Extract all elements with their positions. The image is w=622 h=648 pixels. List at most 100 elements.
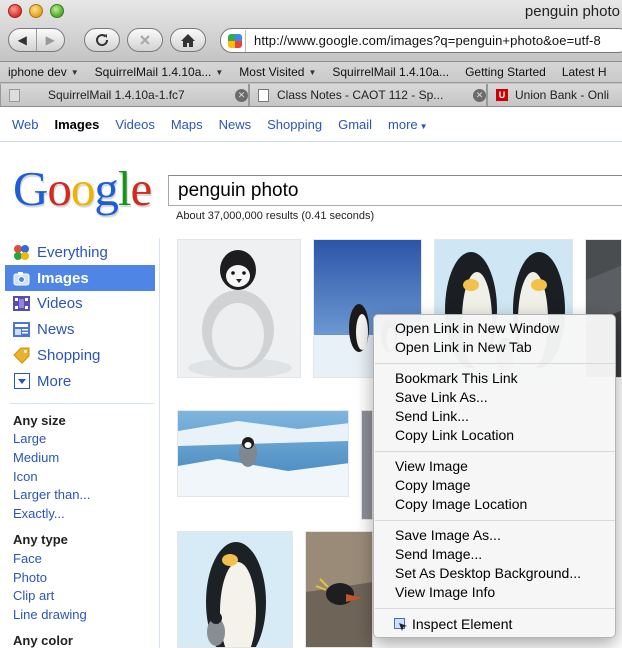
chevron-down-icon: ▼: [308, 67, 317, 77]
google-nav-gmail[interactable]: Gmail: [338, 117, 372, 132]
forward-button[interactable]: ▶: [37, 29, 64, 51]
left-nav-images[interactable]: Images: [5, 265, 155, 291]
menu-item-open-link-new-window[interactable]: Open Link in New Window: [374, 319, 615, 338]
bookmark-label: SquirrelMail 1.4.10a...: [332, 65, 450, 79]
bookmarks-toolbar: iphone dev ▼ SquirrelMail 1.4.10a... ▼ Most …: [0, 62, 622, 83]
left-nav-label: More: [37, 372, 72, 390]
more-dropdown-icon: [13, 373, 30, 390]
image-result-baby-penguin[interactable]: [177, 239, 301, 378]
menu-item-view-image-info[interactable]: View Image Info: [374, 583, 615, 602]
tab-label: Union Bank - Onli: [515, 88, 610, 102]
tab-union-bank[interactable]: U Union Bank - Onli: [487, 84, 622, 106]
close-tab-icon[interactable]: ✕: [473, 88, 486, 102]
stop-button[interactable]: [127, 28, 163, 52]
menu-item-copy-image[interactable]: Copy Image: [374, 476, 615, 495]
image-result-partial-1[interactable]: [361, 410, 373, 520]
menu-item-copy-image-location[interactable]: Copy Image Location: [374, 495, 615, 514]
url-bar[interactable]: http://www.google.com/images?q=penguin+p…: [220, 28, 622, 53]
bookmark-item[interactable]: SquirrelMail 1.4.10a... ▼: [87, 65, 232, 79]
tab-class-notes[interactable]: Class Notes - CAOT 112 - Sp... ✕: [249, 84, 487, 106]
google-favicon-icon: [227, 33, 242, 48]
google-nav-news[interactable]: News: [219, 117, 252, 132]
search-input[interactable]: penguin photo: [168, 175, 622, 206]
search-query-text[interactable]: penguin photo: [178, 180, 298, 202]
menu-item-save-image-as[interactable]: Save Image As...: [374, 526, 615, 545]
left-nav-videos[interactable]: Videos: [5, 290, 155, 316]
minimize-window-button[interactable]: [29, 4, 43, 18]
menu-item-label: Inspect Element: [412, 616, 513, 632]
size-option-exactly[interactable]: Exactly...: [13, 506, 65, 521]
menu-item-open-link-new-tab[interactable]: Open Link in New Tab: [374, 338, 615, 357]
inspect-cursor-icon: [394, 617, 407, 631]
reload-button[interactable]: [84, 28, 120, 52]
left-nav-divider: [10, 403, 154, 404]
type-filter-heading[interactable]: Any type: [13, 532, 68, 547]
left-nav-news[interactable]: News: [5, 316, 155, 342]
bookmark-item[interactable]: iphone dev ▼: [0, 65, 87, 79]
bookmark-item[interactable]: SquirrelMail 1.4.10a...: [324, 65, 457, 79]
size-filter-heading[interactable]: Any size: [13, 413, 66, 428]
menu-item-set-desktop-background[interactable]: Set As Desktop Background...: [374, 564, 615, 583]
left-nav-label: Everything: [37, 243, 108, 261]
menu-item-view-image[interactable]: View Image: [374, 457, 615, 476]
home-button[interactable]: [170, 28, 206, 52]
stop-icon: [140, 35, 150, 45]
union-bank-favicon-icon: U: [496, 89, 508, 101]
menu-item-send-link[interactable]: Send Link...: [374, 407, 615, 426]
back-arrow-icon: ◀: [17, 33, 27, 47]
window-title: penguin photo: [524, 3, 620, 20]
zoom-window-button[interactable]: [50, 4, 64, 18]
google-nav-videos[interactable]: Videos: [115, 117, 155, 132]
google-nav-web[interactable]: Web: [12, 117, 39, 132]
left-nav-everything[interactable]: Everything: [5, 239, 155, 265]
left-nav-more[interactable]: More: [5, 368, 155, 394]
chevron-down-icon: ▼: [419, 122, 428, 131]
google-logo[interactable]: Google: [13, 160, 152, 217]
size-option-large[interactable]: Large: [13, 431, 46, 446]
menu-separator: [375, 451, 615, 452]
menu-item-bookmark-link[interactable]: Bookmark This Link: [374, 369, 615, 388]
google-nav-shopping[interactable]: Shopping: [267, 117, 322, 132]
color-filter-heading[interactable]: Any color: [13, 633, 73, 648]
close-window-button[interactable]: [8, 4, 22, 18]
url-text[interactable]: http://www.google.com/images?q=penguin+p…: [246, 33, 601, 48]
left-nav-shopping[interactable]: Shopping: [5, 342, 155, 368]
back-forward-control: ◀ ▶: [8, 28, 65, 52]
tab-strip: SquirrelMail 1.4.10a-1.fc7 ✕ Class Notes…: [0, 83, 622, 107]
reload-icon: [96, 34, 109, 47]
size-option-medium[interactable]: Medium: [13, 450, 59, 465]
left-nav-label: Images: [37, 269, 89, 287]
type-option-face[interactable]: Face: [13, 551, 42, 566]
bookmark-item[interactable]: Most Visited ▼: [231, 65, 324, 79]
bookmark-item[interactable]: Latest H: [554, 65, 615, 79]
menu-item-save-link-as[interactable]: Save Link As...: [374, 388, 615, 407]
google-nav-images[interactable]: Images: [55, 117, 100, 132]
size-option-icon[interactable]: Icon: [13, 469, 38, 484]
browser-window: penguin photo ◀ ▶ http://www.google.com/…: [0, 0, 622, 648]
image-result-rockhopper[interactable]: [305, 531, 373, 648]
image-result-chick-on-ice[interactable]: [177, 410, 349, 497]
site-identity-icon[interactable]: [224, 29, 246, 52]
home-icon: [181, 33, 195, 47]
left-nav-label: Shopping: [37, 346, 101, 364]
size-option-larger-than[interactable]: Larger than...: [13, 487, 90, 502]
bookmark-label: Getting Started: [465, 65, 546, 79]
google-nav-more[interactable]: more ▼: [388, 117, 428, 132]
everything-icon: [13, 244, 30, 261]
back-button[interactable]: ◀: [9, 29, 37, 51]
menu-item-send-image[interactable]: Send Image...: [374, 545, 615, 564]
type-option-clip-art[interactable]: Clip art: [13, 588, 54, 603]
menu-item-copy-link-location[interactable]: Copy Link Location: [374, 426, 615, 445]
menu-item-inspect-element[interactable]: Inspect Element: [374, 615, 615, 634]
google-nav-maps[interactable]: Maps: [171, 117, 203, 132]
browser-toolbar: penguin photo ◀ ▶ http://www.google.com/…: [0, 0, 622, 62]
close-tab-icon[interactable]: ✕: [235, 88, 248, 102]
tab-squirrelmail[interactable]: SquirrelMail 1.4.10a-1.fc7 ✕: [0, 84, 249, 106]
image-result-adult-and-chick[interactable]: [177, 531, 293, 648]
type-option-line-drawing[interactable]: Line drawing: [13, 607, 87, 622]
bookmark-label: iphone dev: [8, 65, 67, 79]
bookmark-item[interactable]: Getting Started: [457, 65, 554, 79]
shopping-tag-icon: [13, 347, 30, 364]
tab-label: SquirrelMail 1.4.10a-1.fc7: [48, 88, 185, 102]
type-option-photo[interactable]: Photo: [13, 570, 47, 585]
